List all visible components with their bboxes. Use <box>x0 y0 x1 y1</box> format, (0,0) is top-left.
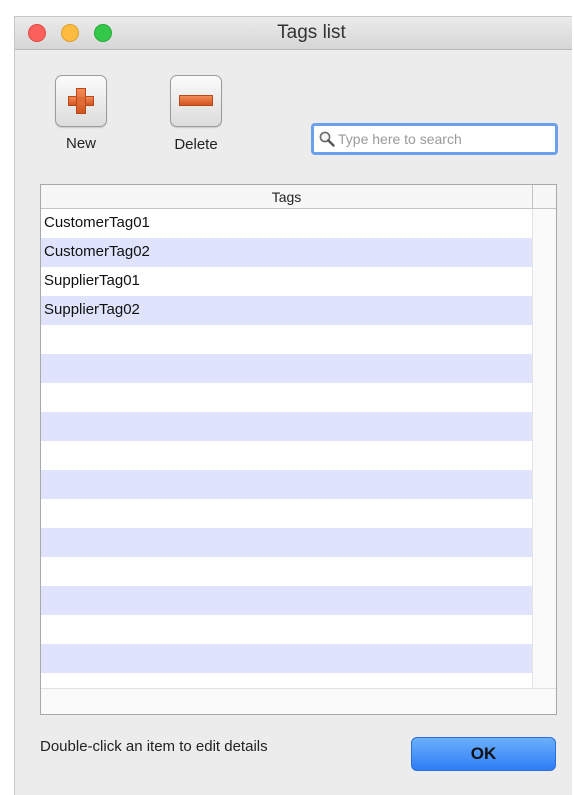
ok-button[interactable]: OK <box>411 737 556 771</box>
table-row[interactable]: CustomerTag01 <box>41 209 532 238</box>
search-icon <box>319 131 335 147</box>
table-row[interactable] <box>41 499 532 528</box>
tags-list: CustomerTag01 CustomerTag02 SupplierTag0… <box>41 209 532 673</box>
search-input[interactable] <box>338 128 548 150</box>
tags-table[interactable]: Tags CustomerTag01 CustomerTag02 Supplie… <box>40 184 557 715</box>
new-button-label: New <box>65 135 96 152</box>
table-row[interactable] <box>41 644 532 673</box>
delete-tag-button[interactable] <box>170 75 222 127</box>
table-row[interactable] <box>41 557 532 586</box>
search-field[interactable] <box>311 123 558 155</box>
table-row[interactable] <box>41 383 532 412</box>
table-row[interactable]: CustomerTag02 <box>41 238 532 267</box>
tags-column-header[interactable]: Tags <box>41 185 532 209</box>
window-title: Tags list <box>277 22 346 43</box>
table-row[interactable] <box>41 470 532 499</box>
vertical-scrollbar[interactable] <box>532 209 556 688</box>
table-row[interactable] <box>41 528 532 557</box>
edit-hint-text: Double-click an item to edit details <box>40 738 268 755</box>
table-row[interactable] <box>41 615 532 644</box>
table-row[interactable] <box>41 354 532 383</box>
header-corner <box>532 185 556 209</box>
table-row[interactable]: SupplierTag01 <box>41 267 532 296</box>
table-row[interactable] <box>41 441 532 470</box>
tags-list-window: Tags list New Delete Tags CustomerTag01 … <box>14 16 572 795</box>
table-row[interactable] <box>41 325 532 354</box>
table-row[interactable] <box>41 412 532 441</box>
table-row[interactable] <box>41 586 532 615</box>
table-row[interactable]: SupplierTag02 <box>41 296 532 325</box>
new-tag-button[interactable] <box>55 75 107 127</box>
title-bar[interactable]: Tags list <box>15 17 572 50</box>
horizontal-scrollbar[interactable] <box>41 688 556 714</box>
delete-button-label: Delete <box>174 136 218 153</box>
